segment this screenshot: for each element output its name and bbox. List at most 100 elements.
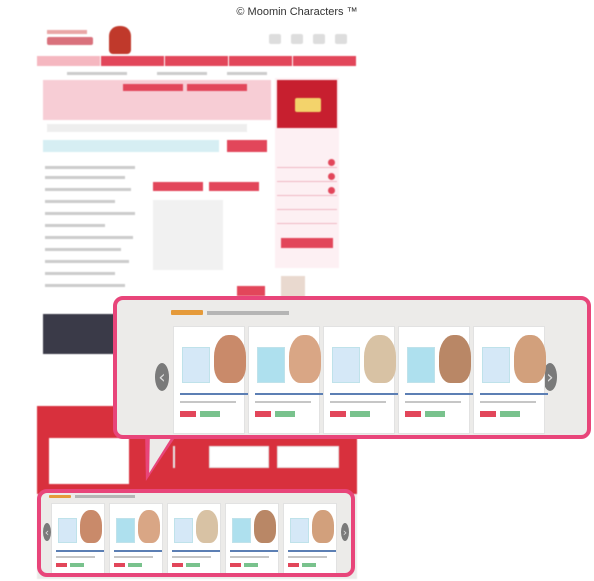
product-card[interactable] xyxy=(51,503,105,573)
red-tag xyxy=(405,411,421,417)
product-image xyxy=(115,518,136,544)
product-card[interactable] xyxy=(248,326,323,434)
text-line xyxy=(45,236,133,239)
product-image xyxy=(289,518,310,544)
text-line xyxy=(45,272,115,275)
text-line xyxy=(45,188,131,191)
go-button xyxy=(237,286,265,296)
product-image xyxy=(231,518,252,544)
mascot-image xyxy=(109,26,131,54)
panel-button xyxy=(123,84,183,91)
model-photo xyxy=(312,509,335,544)
product-card[interactable] xyxy=(473,326,548,434)
sidebar-row xyxy=(277,158,337,168)
red-tag xyxy=(255,411,271,417)
banner-card xyxy=(49,438,129,484)
product-image xyxy=(332,347,360,383)
japan-map xyxy=(153,200,223,270)
product-image xyxy=(407,347,435,383)
header-icons xyxy=(269,34,347,44)
green-tag xyxy=(500,411,520,417)
product-title xyxy=(172,550,220,553)
red-tag xyxy=(172,562,184,567)
chevron-left-icon[interactable]: ‹ xyxy=(155,363,169,391)
green-tag xyxy=(275,411,295,417)
chevron-left-icon[interactable]: ‹ xyxy=(43,523,51,541)
product-title xyxy=(230,550,278,553)
product-title xyxy=(480,393,548,395)
product-title xyxy=(114,550,162,553)
product-title xyxy=(405,393,473,395)
product-image xyxy=(182,347,210,383)
product-description xyxy=(114,555,154,558)
carousel-callout-large: ‹ › xyxy=(113,296,591,439)
product-card[interactable] xyxy=(109,503,163,573)
carousel-section-title xyxy=(49,495,135,498)
product-title xyxy=(330,393,398,395)
product-card[interactable] xyxy=(323,326,398,434)
green-tag xyxy=(186,562,201,567)
map-button xyxy=(153,182,203,191)
red-tag xyxy=(114,562,126,567)
model-photo xyxy=(289,335,321,383)
product-image xyxy=(482,347,510,383)
text-line xyxy=(45,212,135,215)
model-photo xyxy=(254,509,277,544)
product-description xyxy=(56,555,96,558)
red-tag xyxy=(480,411,496,417)
text-line xyxy=(45,176,125,179)
product-title xyxy=(180,393,248,395)
model-photo xyxy=(514,335,546,383)
product-title xyxy=(288,550,336,553)
product-image xyxy=(57,518,78,544)
red-tag xyxy=(56,562,68,567)
sidebar-button xyxy=(281,238,333,248)
model-photo xyxy=(196,509,219,544)
red-tag xyxy=(330,411,346,417)
product-description xyxy=(172,555,212,558)
product-description xyxy=(288,555,328,558)
product-card[interactable] xyxy=(283,503,337,573)
copyright-notice: © Moomin Characters ™ xyxy=(236,6,358,18)
red-tag xyxy=(180,411,196,417)
text-line xyxy=(45,166,135,169)
product-title xyxy=(255,393,323,395)
sidebar-row xyxy=(277,214,337,224)
model-photo xyxy=(364,335,396,383)
sidebar-ad xyxy=(277,80,337,128)
chevron-right-icon[interactable]: › xyxy=(341,523,349,541)
model-photo xyxy=(439,335,471,383)
red-tag xyxy=(288,562,300,567)
green-tag xyxy=(244,562,259,567)
banner-link xyxy=(277,446,339,468)
banner-link xyxy=(209,446,269,468)
product-card[interactable] xyxy=(398,326,473,434)
site-nav xyxy=(37,56,357,66)
product-description xyxy=(405,401,461,403)
sidebar-row xyxy=(277,172,337,182)
text-line xyxy=(45,200,115,203)
green-tag xyxy=(425,411,445,417)
product-card[interactable] xyxy=(225,503,279,573)
panel-button xyxy=(187,84,247,91)
green-tag xyxy=(200,411,220,417)
product-card[interactable] xyxy=(167,503,221,573)
tab-label xyxy=(227,72,267,75)
carousel-section-title xyxy=(171,310,289,315)
text-line xyxy=(45,284,125,287)
green-tag xyxy=(302,562,317,567)
product-description xyxy=(230,555,270,558)
product-description xyxy=(180,401,236,403)
sidebar-row xyxy=(277,186,337,196)
product-card[interactable] xyxy=(173,326,248,434)
product-description xyxy=(255,401,311,403)
site-header xyxy=(37,24,357,56)
filter-row xyxy=(47,124,247,132)
keyword-input xyxy=(43,140,219,152)
sidebar xyxy=(275,78,339,268)
search-button xyxy=(227,140,267,152)
site-logo xyxy=(47,30,93,50)
green-tag xyxy=(70,562,85,567)
product-image xyxy=(173,518,194,544)
carousel-callout-small: ‹ › xyxy=(37,489,355,577)
